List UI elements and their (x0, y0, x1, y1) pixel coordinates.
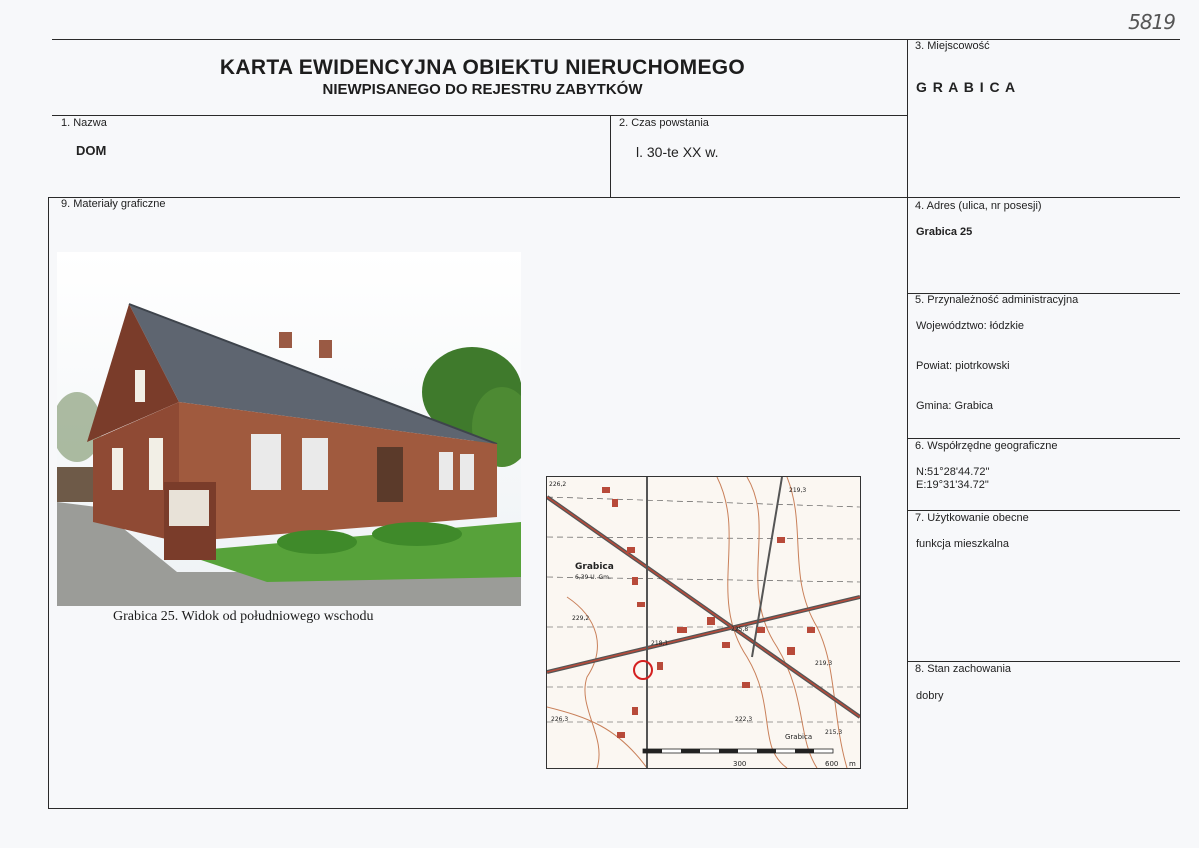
map-elevation: 219,3 (789, 487, 806, 494)
nazwa-label: 1. Nazwa (61, 117, 107, 129)
adres-label: 4. Adres (ulica, nr posesji) (915, 200, 1042, 212)
wojewodztwo-value: Województwo: łódzkie (916, 320, 1025, 332)
map-elevation: 215,3 (825, 729, 842, 736)
stan-label: 8. Stan zachowania (915, 663, 1012, 675)
right-column-divider (907, 39, 908, 809)
przynaleznosc-label: 5. Przynależność administracyjna (915, 294, 1079, 306)
uzytkowanie-label: 7. Użytkowanie obecne (915, 512, 1029, 524)
header-top-rule (52, 39, 1180, 40)
row1-bottom-rule (48, 197, 1180, 198)
map-elevation: 226,3 (551, 716, 568, 723)
adres-value: Grabica 25 (916, 226, 973, 238)
map-scale-label: 600 (825, 760, 838, 768)
name-date-divider (610, 115, 611, 197)
czas-label: 2. Czas powstania (619, 117, 709, 129)
header-bottom-rule (52, 115, 908, 116)
section6-rule (908, 438, 1180, 439)
map-village-label: Grabica (785, 733, 812, 741)
map-elevation: 219,3 (815, 660, 832, 667)
wspolrzedne-n: N:51°28'44.72" (916, 466, 990, 478)
map-place-label: Grabica (575, 562, 614, 572)
map-elevation: 222,3 (735, 716, 752, 723)
graphics-bottom-border (48, 808, 908, 809)
uzytkowanie-value: funkcja mieszkalna (916, 538, 1009, 550)
location-map: Grabica 6,39 U. Gm. Grabica 226,2 219,3 … (546, 476, 861, 769)
map-elevation: 218,1 (651, 640, 668, 647)
czas-value: l. 30-te XX w. (636, 144, 719, 160)
sheet-number: 5819 (1128, 10, 1176, 34)
miejscowosc-value: G R A B I C A (916, 79, 1017, 95)
section7-rule (908, 510, 1180, 511)
map-scale-bar (642, 748, 834, 754)
page-title: KARTA EWIDENCYJNA OBIEKTU NIERUCHOMEGO (219, 56, 746, 79)
map-elevation: 226,2 (549, 481, 566, 488)
stan-value: dobry (916, 690, 944, 702)
section8-rule (908, 661, 1180, 662)
page-subtitle: NIEWPISANEGO DO REJESTRU ZABYTKÓW (322, 81, 643, 98)
photo-caption: Grabica 25. Widok od południowego wschod… (113, 609, 374, 624)
powiat-value: Powiat: piotrkowski (916, 360, 1010, 372)
map-scale-label: m (849, 760, 856, 768)
graphics-left-border (48, 197, 49, 809)
materialy-label: 9. Materiały graficzne (61, 198, 166, 210)
gmina-value: Gmina: Grabica (916, 400, 994, 412)
wspolrzedne-e: E:19°31'34.72" (916, 479, 989, 491)
miejscowosc-label: 3. Miejscowość (915, 40, 990, 52)
house-photo (57, 252, 521, 606)
map-elevation: 229,2 (572, 615, 589, 622)
wspolrzedne-label: 6. Współrzędne geograficzne (915, 440, 1058, 452)
nazwa-value: DOM (76, 143, 107, 158)
map-elevation: 225,8 (731, 626, 748, 633)
map-scale-label: 300 (733, 760, 746, 768)
map-place-sublabel: 6,39 U. Gm. (575, 574, 611, 581)
